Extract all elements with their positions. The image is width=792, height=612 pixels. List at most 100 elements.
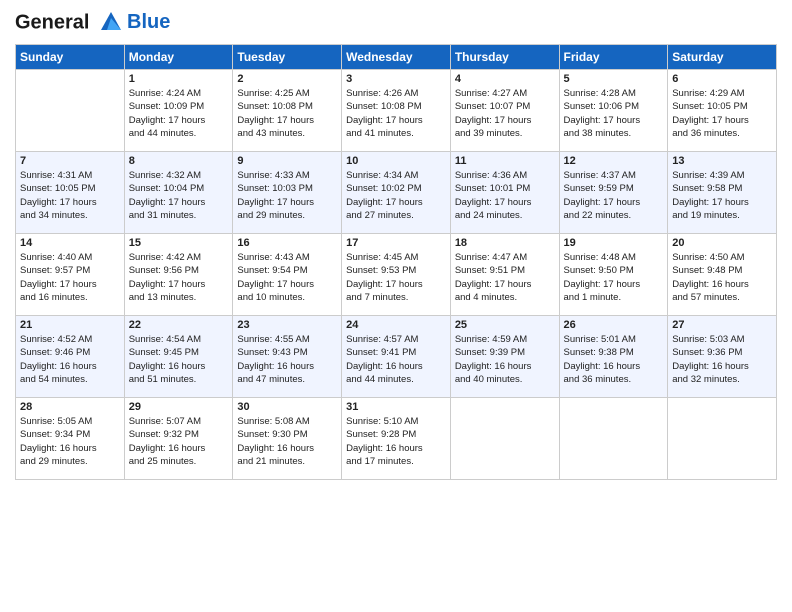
cell-line: Sunset: 9:38 PM	[564, 347, 634, 358]
cell-line: and 54 minutes.	[20, 374, 88, 385]
cell-content: Sunrise: 4:47 AMSunset: 9:51 PMDaylight:…	[455, 251, 555, 304]
cell-line: and 29 minutes.	[237, 210, 305, 221]
cell-line: Sunrise: 4:36 AM	[455, 170, 527, 181]
cell-line: Sunrise: 4:45 AM	[346, 252, 418, 263]
cell-line: and 13 minutes.	[129, 292, 197, 303]
cell-content: Sunrise: 4:52 AMSunset: 9:46 PMDaylight:…	[20, 333, 120, 386]
day-number: 11	[455, 155, 555, 167]
cell-line: and 24 minutes.	[455, 210, 523, 221]
logo-icon	[97, 8, 125, 36]
cell-line: Daylight: 17 hours	[20, 197, 97, 208]
day-number: 4	[455, 73, 555, 85]
day-number: 15	[129, 237, 229, 249]
cell-line: and 38 minutes.	[564, 128, 632, 139]
cell-line: and 43 minutes.	[237, 128, 305, 139]
cell-line: Daylight: 17 hours	[129, 115, 206, 126]
cell-line: Sunrise: 4:39 AM	[672, 170, 744, 181]
calendar-cell: 29Sunrise: 5:07 AMSunset: 9:32 PMDayligh…	[124, 398, 233, 480]
cell-line: Daylight: 17 hours	[346, 197, 423, 208]
cell-line: Sunrise: 4:33 AM	[237, 170, 309, 181]
day-number: 22	[129, 319, 229, 331]
week-row-1: 1Sunrise: 4:24 AMSunset: 10:09 PMDayligh…	[16, 70, 777, 152]
cell-content: Sunrise: 4:27 AMSunset: 10:07 PMDaylight…	[455, 87, 555, 140]
cell-line: Daylight: 17 hours	[129, 197, 206, 208]
cell-content: Sunrise: 4:36 AMSunset: 10:01 PMDaylight…	[455, 169, 555, 222]
cell-line: Sunrise: 4:27 AM	[455, 88, 527, 99]
cell-line: Sunrise: 4:52 AM	[20, 334, 92, 345]
column-header-wednesday: Wednesday	[342, 45, 451, 70]
cell-content: Sunrise: 4:59 AMSunset: 9:39 PMDaylight:…	[455, 333, 555, 386]
cell-line: Sunset: 10:04 PM	[129, 183, 205, 194]
cell-content: Sunrise: 4:26 AMSunset: 10:08 PMDaylight…	[346, 87, 446, 140]
cell-line: Daylight: 16 hours	[564, 361, 641, 372]
day-number: 10	[346, 155, 446, 167]
calendar-cell: 20Sunrise: 4:50 AMSunset: 9:48 PMDayligh…	[668, 234, 777, 316]
cell-line: Daylight: 17 hours	[455, 197, 532, 208]
column-header-thursday: Thursday	[450, 45, 559, 70]
cell-line: Sunset: 10:06 PM	[564, 101, 640, 112]
cell-content: Sunrise: 4:31 AMSunset: 10:05 PMDaylight…	[20, 169, 120, 222]
cell-line: Sunrise: 4:47 AM	[455, 252, 527, 263]
calendar-cell: 9Sunrise: 4:33 AMSunset: 10:03 PMDayligh…	[233, 152, 342, 234]
day-number: 28	[20, 401, 120, 413]
cell-line: and 44 minutes.	[346, 374, 414, 385]
day-number: 12	[564, 155, 664, 167]
cell-line: and 17 minutes.	[346, 456, 414, 467]
cell-line: Daylight: 17 hours	[455, 279, 532, 290]
cell-line: Daylight: 17 hours	[237, 279, 314, 290]
cell-content: Sunrise: 4:32 AMSunset: 10:04 PMDaylight…	[129, 169, 229, 222]
cell-content: Sunrise: 5:07 AMSunset: 9:32 PMDaylight:…	[129, 415, 229, 468]
cell-line: Daylight: 16 hours	[129, 443, 206, 454]
cell-content: Sunrise: 4:45 AMSunset: 9:53 PMDaylight:…	[346, 251, 446, 304]
cell-line: Sunset: 9:30 PM	[237, 429, 307, 440]
cell-line: Daylight: 17 hours	[20, 279, 97, 290]
calendar-cell: 15 Sunrise: 4:42 AMSunset: 9:56 PMDayligh…	[124, 234, 233, 316]
cell-line: and 27 minutes.	[346, 210, 414, 221]
cell-line: Sunrise: 5:03 AM	[672, 334, 744, 345]
calendar-cell	[16, 70, 125, 152]
calendar-cell: 14Sunrise: 4:40 AMSunset: 9:57 PMDayligh…	[16, 234, 125, 316]
cell-line: and 21 minutes.	[237, 456, 305, 467]
cell-line: Sunrise: 4:57 AM	[346, 334, 418, 345]
calendar-cell: 21Sunrise: 4:52 AMSunset: 9:46 PMDayligh…	[16, 316, 125, 398]
cell-content: Sunrise: 5:08 AMSunset: 9:30 PMDaylight:…	[237, 415, 337, 468]
calendar-cell: 30Sunrise: 5:08 AMSunset: 9:30 PMDayligh…	[233, 398, 342, 480]
cell-line: Sunset: 9:34 PM	[20, 429, 90, 440]
cell-line: Sunrise: 4:40 AM	[20, 252, 92, 263]
cell-line: Daylight: 16 hours	[672, 279, 749, 290]
calendar-cell: 7Sunrise: 4:31 AMSunset: 10:05 PMDayligh…	[16, 152, 125, 234]
cell-line: Sunset: 9:43 PM	[237, 347, 307, 358]
cell-content: Sunrise: 4:34 AMSunset: 10:02 PMDaylight…	[346, 169, 446, 222]
cell-line: Sunset: 9:57 PM	[20, 265, 90, 276]
cell-line: and 39 minutes.	[455, 128, 523, 139]
cell-content: Sunrise: 4:57 AMSunset: 9:41 PMDaylight:…	[346, 333, 446, 386]
day-number: 23	[237, 319, 337, 331]
day-number: 1	[129, 73, 229, 85]
calendar-cell: 8Sunrise: 4:32 AMSunset: 10:04 PMDayligh…	[124, 152, 233, 234]
day-number: 13	[672, 155, 772, 167]
cell-line: and 22 minutes.	[564, 210, 632, 221]
page: General Blue SundayMondayTuesdayWednesda…	[0, 0, 792, 612]
cell-line: and 36 minutes.	[672, 128, 740, 139]
cell-line: Sunset: 9:28 PM	[346, 429, 416, 440]
calendar-cell: 18Sunrise: 4:47 AMSunset: 9:51 PMDayligh…	[450, 234, 559, 316]
cell-line: Sunrise: 4:50 AM	[672, 252, 744, 263]
day-number: 3	[346, 73, 446, 85]
cell-line: and 7 minutes.	[346, 292, 408, 303]
cell-line: Sunrise: 4:37 AM	[564, 170, 636, 181]
cell-content: Sunrise: 4:42 AMSunset: 9:56 PMDaylight:…	[129, 251, 229, 304]
cell-line: Daylight: 16 hours	[237, 361, 314, 372]
cell-line: and 47 minutes.	[237, 374, 305, 385]
cell-line: Sunset: 10:03 PM	[237, 183, 313, 194]
calendar-cell: 1Sunrise: 4:24 AMSunset: 10:09 PMDayligh…	[124, 70, 233, 152]
cell-line: Sunrise: 4:42 AM	[129, 252, 201, 263]
calendar-cell: 6Sunrise: 4:29 AMSunset: 10:05 PMDayligh…	[668, 70, 777, 152]
cell-line: Sunrise: 4:25 AM	[237, 88, 309, 99]
cell-line: Sunset: 9:54 PM	[237, 265, 307, 276]
calendar-cell: 23Sunrise: 4:55 AMSunset: 9:43 PMDayligh…	[233, 316, 342, 398]
cell-line: Sunrise: 4:31 AM	[20, 170, 92, 181]
calendar-cell	[559, 398, 668, 480]
cell-line: Daylight: 16 hours	[237, 443, 314, 454]
calendar-cell	[450, 398, 559, 480]
cell-line: Daylight: 16 hours	[20, 443, 97, 454]
